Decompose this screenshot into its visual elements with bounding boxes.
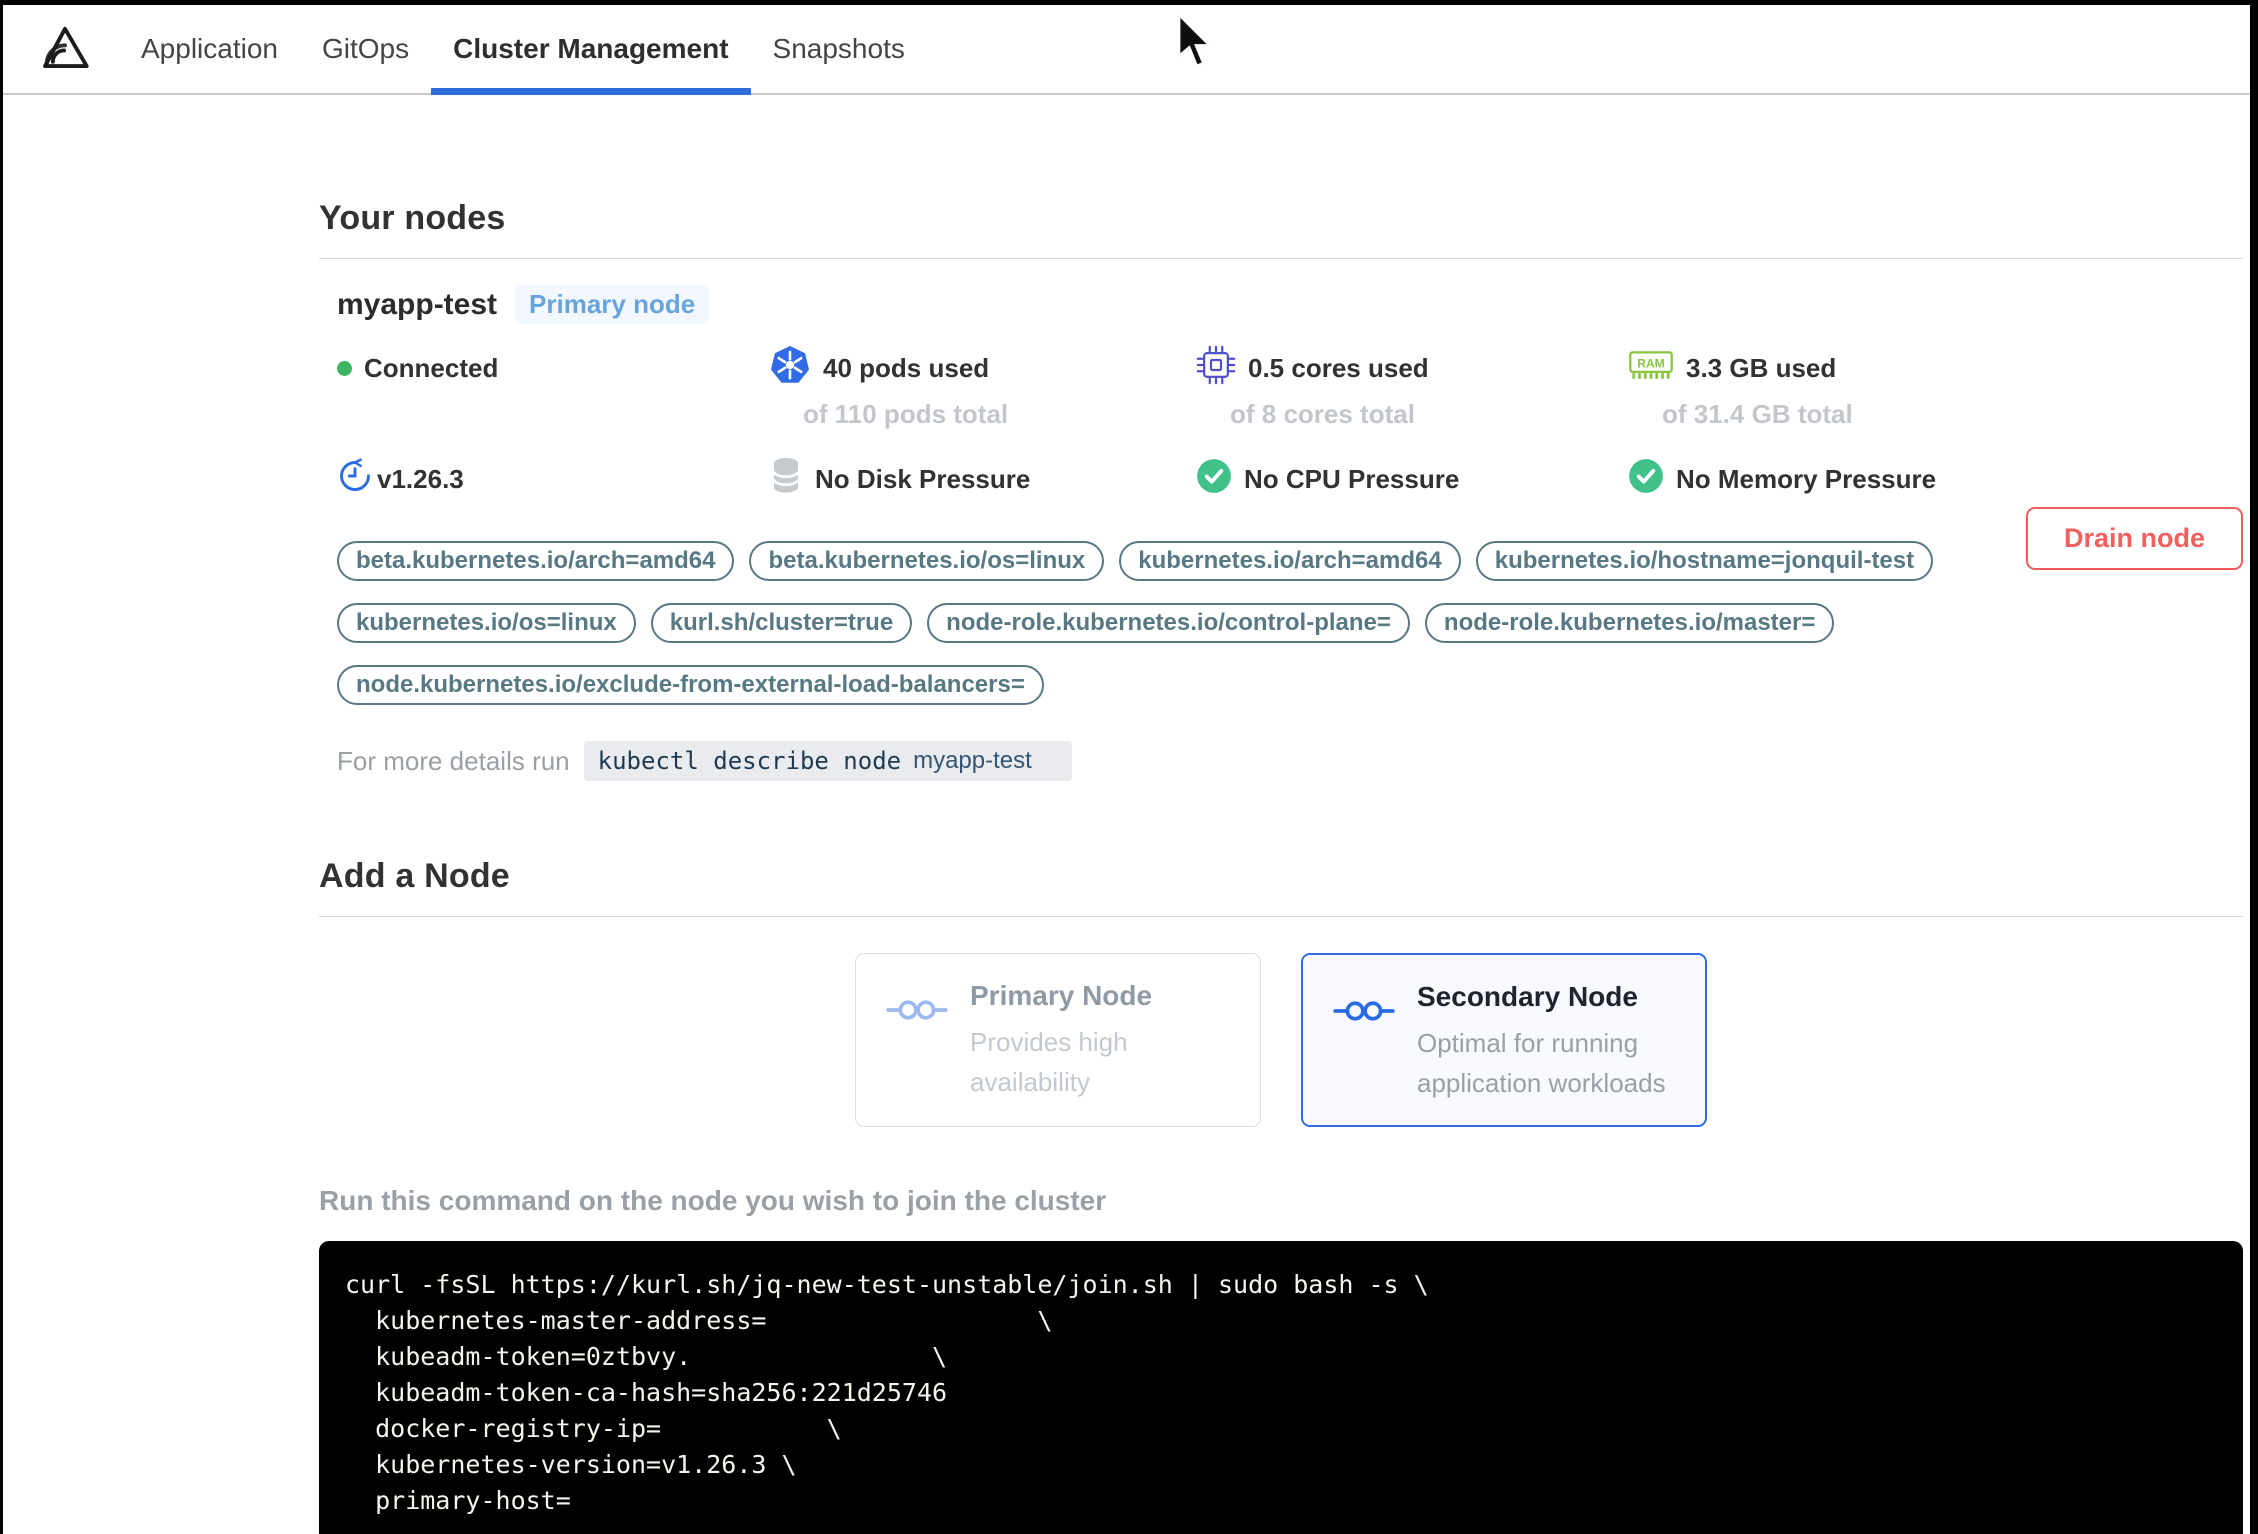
kubernetes-wheel-icon [769, 344, 811, 393]
node-rings-icon [886, 996, 948, 1126]
details-prefix: For more details run [337, 745, 570, 776]
tab-application-label: Application [141, 33, 278, 64]
primary-node-option-desc: Provides high availability [970, 1027, 1128, 1097]
node-label-pill: kubernetes.io/os=linux [337, 603, 636, 643]
join-command-line: kubernetes-master-address= \ [345, 1306, 1053, 1335]
node-label-pill: node-role.kubernetes.io/master= [1424, 603, 1835, 643]
drain-node-button[interactable]: Drain node [2025, 507, 2243, 570]
kubectl-command-text: kubectl describe node [597, 747, 902, 775]
node-rings-icon [1333, 997, 1395, 1125]
cpu-chip-icon [1196, 345, 1236, 392]
your-nodes-divider [319, 258, 2243, 259]
join-instruction: Run this command on the node you wish to… [319, 1185, 1107, 1216]
add-node-title: Add a Node [319, 857, 510, 895]
tab-snapshots-label: Snapshots [772, 33, 905, 64]
node-label-pill: kubernetes.io/arch=amd64 [1119, 541, 1461, 581]
disk-database-icon [769, 456, 803, 503]
disk-pressure-stat: No Disk Pressure [769, 456, 1196, 503]
node-label-pill: kurl.sh/cluster=true [650, 603, 913, 643]
node-version: v1.26.3 [337, 458, 769, 501]
ram-stick-icon: RAM [1628, 347, 1674, 390]
node-labels: beta.kubernetes.io/arch=amd64 beta.kuber… [337, 541, 2027, 705]
cores-used-stat: 0.5 cores used [1196, 345, 1628, 392]
join-command-line: kubeadm-token=0ztbvy. \ [345, 1342, 948, 1371]
node-label-pill: beta.kubernetes.io/arch=amd64 [337, 541, 735, 581]
cpu-pressure-label: No CPU Pressure [1244, 464, 1460, 494]
secondary-node-option[interactable]: Secondary Node Optimal for running appli… [1301, 953, 1707, 1127]
tab-application[interactable]: Application [119, 5, 300, 93]
kubectl-describe-chip: kubectl describe node myapp-test [583, 741, 1072, 781]
join-command-line: primary-host= [345, 1486, 571, 1515]
pods-used-stat: 40 pods used [769, 344, 1196, 393]
tab-gitops[interactable]: GitOps [300, 5, 431, 93]
app-window: Application GitOps Cluster Management Sn… [3, 5, 2250, 1534]
disk-pressure-label: No Disk Pressure [815, 464, 1031, 494]
tab-gitops-label: GitOps [321, 33, 410, 64]
svg-text:RAM: RAM [1637, 356, 1664, 370]
check-circle-icon [1196, 458, 1232, 501]
node-card: myapp-test Primary node Connected 40 pod… [319, 285, 2243, 781]
your-nodes-title: Your nodes [319, 199, 506, 237]
memory-total-label: of 31.4 GB total [1662, 399, 1853, 429]
primary-node-option-title: Primary Node [970, 980, 1153, 1011]
pods-used-label: 40 pods used [823, 353, 990, 383]
memory-pressure-stat: No Memory Pressure [1628, 458, 2243, 501]
node-name: myapp-test [337, 287, 498, 321]
cores-used-label: 0.5 cores used [1248, 353, 1429, 383]
join-command-line: kubeadm-token-ca-hash=sha256:221d25746 [345, 1378, 948, 1407]
primary-node-badge: Primary node [515, 285, 710, 324]
secondary-node-option-desc: Optimal for running application workload… [1417, 1028, 1666, 1098]
kurl-logo-icon [39, 23, 91, 76]
tab-snapshots[interactable]: Snapshots [751, 5, 927, 93]
pods-total-label: of 110 pods total [803, 399, 1009, 429]
node-version-label: v1.26.3 [377, 464, 464, 494]
check-circle-icon [1628, 458, 1664, 501]
primary-node-option[interactable]: Primary Node Provides high availability [855, 953, 1261, 1127]
node-label-pill: node.kubernetes.io/exclude-from-external… [337, 665, 1044, 705]
kubectl-node-name: myapp-test [913, 747, 1032, 774]
version-clock-icon [337, 458, 373, 501]
top-nav: Application GitOps Cluster Management Sn… [3, 5, 2250, 95]
join-command-line: kubernetes-version=v1.26.3 \ [345, 1450, 797, 1479]
join-command-line: curl -fsSL https://kurl.sh/jq-new-test-u… [345, 1270, 1429, 1299]
node-label-pill: beta.kubernetes.io/os=linux [749, 541, 1105, 581]
app-logo[interactable] [39, 5, 91, 93]
memory-used-label: 3.3 GB used [1686, 353, 1837, 383]
node-status: Connected [337, 353, 769, 384]
node-label-pill: node-role.kubernetes.io/control-plane= [927, 603, 1410, 643]
mouse-cursor-icon [1173, 10, 1217, 78]
cores-total-label: of 8 cores total [1230, 399, 1415, 429]
memory-pressure-label: No Memory Pressure [1676, 464, 1937, 494]
join-command-line: docker-registry-ip= \ [345, 1414, 842, 1443]
tab-cluster-management[interactable]: Cluster Management [431, 5, 751, 95]
add-node-divider [319, 916, 2243, 917]
connected-dot-icon [337, 361, 352, 376]
node-label-pill: kubernetes.io/hostname=jonquil-test [1475, 541, 1934, 581]
node-status-label: Connected [364, 353, 499, 383]
memory-used-stat: RAM 3.3 GB used [1628, 347, 2243, 390]
secondary-node-option-title: Secondary Node [1417, 981, 1638, 1012]
join-command-block: curl -fsSL https://kurl.sh/jq-new-test-u… [319, 1241, 2243, 1534]
cpu-pressure-stat: No CPU Pressure [1196, 458, 1628, 501]
tab-cluster-management-label: Cluster Management [453, 33, 729, 64]
